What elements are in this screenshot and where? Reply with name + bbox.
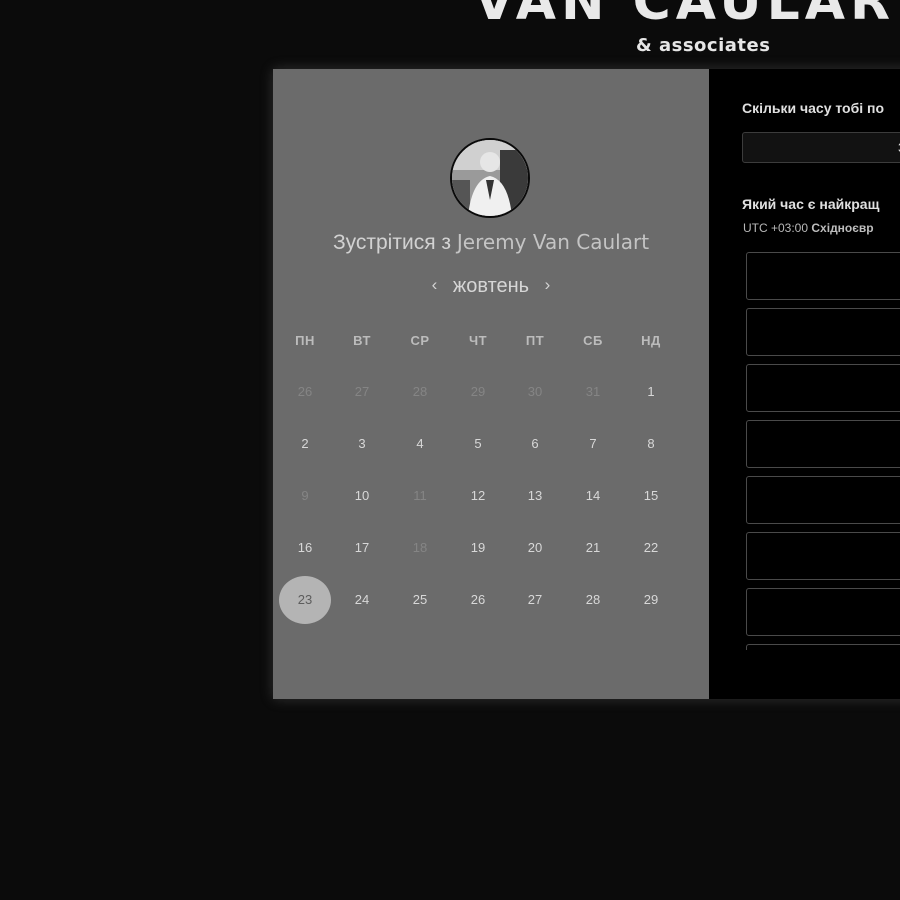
calendar-day: 31 [585, 384, 601, 399]
calendar-day[interactable]: 29 [631, 592, 671, 608]
calendar-day[interactable]: 2 [285, 436, 325, 452]
timezone-label[interactable]: UTC +03:00 Східноєвр [743, 221, 874, 235]
calendar-panel: Зустрітися з Jeremy Van Caulart ‹ жовтен… [273, 69, 709, 699]
calendar-day[interactable]: 24 [342, 592, 382, 608]
calendar-day[interactable]: 22 [631, 540, 671, 556]
booking-modal: Зустрітися з Jeremy Van Caulart ‹ жовтен… [273, 69, 900, 699]
calendar-day: 11 [413, 488, 427, 503]
calendar-day[interactable]: 19 [458, 540, 498, 556]
meeting-title: Зустрітися з Jeremy Van Caulart [273, 230, 709, 255]
calendar-day[interactable]: 26 [458, 592, 498, 608]
calendar-day: 18 [412, 540, 428, 555]
calendar-day[interactable]: 25 [400, 592, 440, 608]
time-slot[interactable] [746, 588, 900, 636]
calendar-day[interactable]: 5 [458, 436, 498, 452]
meeting-prefix: Зустрітися з [332, 231, 452, 254]
calendar-day[interactable]: 12 [458, 488, 498, 504]
time-slot[interactable] [746, 476, 900, 524]
calendar-day[interactable]: 14 [573, 488, 613, 504]
time-question: Який час є найкращ [742, 196, 880, 212]
calendar-day: 26 [297, 384, 313, 399]
calendar-day[interactable]: 6 [515, 436, 555, 452]
calendar-day-selected[interactable]: 23 [279, 576, 331, 624]
host-avatar [450, 138, 530, 218]
time-slot[interactable] [746, 420, 900, 468]
calendar-day[interactable]: 20 [515, 540, 555, 556]
person-photo-icon [452, 140, 528, 216]
calendar-day[interactable]: 13 [515, 488, 555, 504]
calendar-day: 30 [527, 384, 543, 399]
duration-question: Скільки часу тобі по [742, 100, 885, 116]
calendar-day: 29 [470, 384, 486, 399]
weekday-label: НД [641, 333, 661, 348]
next-month-icon[interactable]: › [535, 275, 561, 295]
calendar-day[interactable]: 7 [573, 436, 613, 452]
time-slot[interactable] [746, 364, 900, 412]
timezone-offset: UTC +03:00 [743, 221, 809, 235]
calendar-day[interactable]: 10 [342, 488, 382, 504]
prev-month-icon[interactable]: ‹ [422, 275, 448, 295]
weekday-label: ПТ [525, 333, 545, 348]
weekday-label: ЧТ [468, 333, 488, 348]
weekday-label: СБ [583, 333, 603, 348]
time-slot[interactable] [746, 644, 900, 650]
time-slot[interactable] [746, 308, 900, 356]
weekday-label: ПН [295, 333, 315, 348]
calendar-day[interactable]: 3 [342, 436, 382, 452]
brand-title: VAN CAULART [474, 0, 900, 32]
time-slot[interactable] [746, 532, 900, 580]
calendar-day[interactable]: 16 [285, 540, 325, 556]
calendar-day[interactable]: 4 [400, 436, 440, 452]
weekday-label: ВТ [353, 333, 371, 348]
booking-panel: Скільки часу тобі по 3 Який час є найкра… [709, 69, 900, 699]
timezone-name: Східноєвр [811, 221, 874, 235]
calendar-day[interactable]: 17 [342, 540, 382, 556]
calendar-day[interactable]: 27 [515, 592, 555, 608]
calendar-day[interactable]: 15 [631, 488, 671, 504]
month-navigation: ‹ жовтень › [273, 275, 709, 298]
calendar-day[interactable]: 1 [631, 384, 671, 400]
calendar-day: 28 [412, 384, 428, 399]
calendar-day: 27 [354, 384, 370, 399]
page: VAN CAULART & associates Зустрітися з Je… [0, 0, 900, 900]
host-name: Jeremy Van Caulart [456, 230, 650, 254]
calendar-day[interactable]: 21 [573, 540, 613, 556]
calendar-day: 9 [301, 488, 309, 503]
duration-select[interactable]: 3 [742, 132, 900, 163]
brand-subtitle: & associates [636, 35, 771, 56]
time-slot[interactable] [746, 252, 900, 300]
calendar-day[interactable]: 8 [631, 436, 671, 452]
calendar-day[interactable]: 28 [573, 592, 613, 608]
weekday-label: СР [410, 333, 430, 348]
time-slot-list [746, 252, 900, 650]
month-label: жовтень [452, 275, 530, 297]
